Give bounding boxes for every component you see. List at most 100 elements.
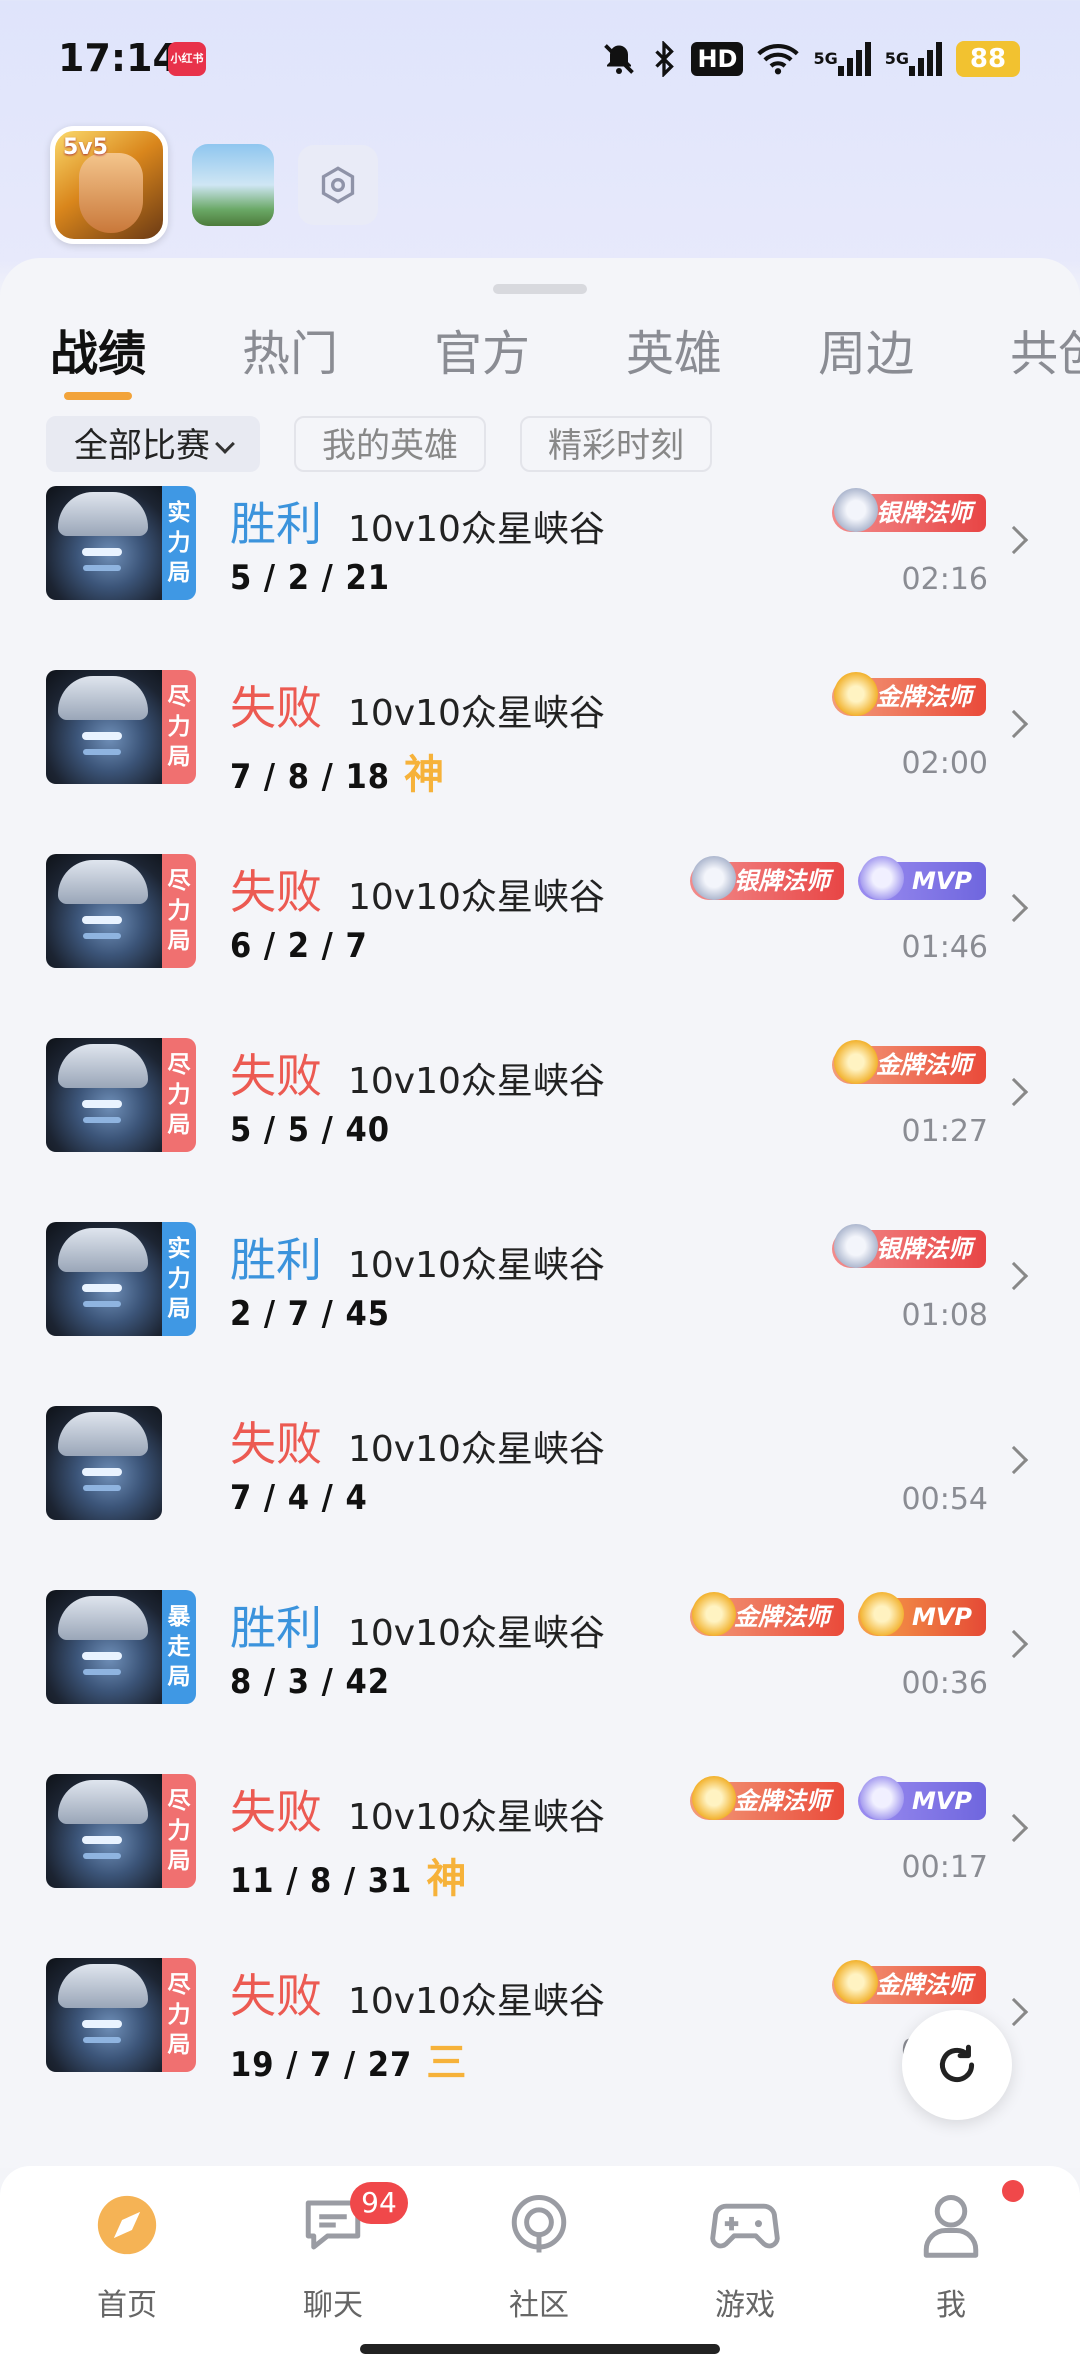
mode-char: 局 — [167, 1112, 191, 1138]
mode-char: 尽 — [167, 868, 191, 894]
hero-avatar: 实力局 — [46, 486, 196, 600]
match-map: 10v10众星峡谷 — [348, 877, 605, 918]
app-tag: 5v5 — [63, 135, 108, 160]
hero-avatar: 尽力局 — [46, 1774, 196, 1888]
net-label-2: 5G — [884, 49, 909, 68]
drag-handle[interactable] — [493, 284, 587, 294]
mvp-badge: MVP — [857, 856, 986, 900]
match-row[interactable]: 暴走局胜利 10v10众星峡谷 8 / 3 / 42 金牌法师 MVP 00:36 — [0, 1590, 1080, 1774]
kda-line: 6 / 2 / 7 — [230, 926, 368, 966]
status-bar: 17:14 小红书 HD 5G 5G 88 — [0, 0, 1080, 120]
match-result: 失败 — [230, 1049, 322, 1103]
landscape-game-app-icon[interactable] — [192, 144, 274, 226]
filter-all-matches[interactable]: 全部比赛 — [46, 416, 260, 472]
hd-label: HD — [691, 42, 744, 76]
match-map: 10v10众星峡谷 — [348, 693, 605, 734]
broadcast-icon — [504, 2190, 574, 2260]
match-row[interactable]: 实力局胜利 10v10众星峡谷 5 / 2 / 21 银牌法师 02:16 — [0, 486, 1080, 670]
tab-heroes[interactable]: 英雄 — [626, 314, 722, 394]
kda-line: 2 / 7 / 45 — [230, 1294, 390, 1334]
match-map: 10v10众星峡谷 — [348, 1061, 605, 1102]
achievement-badges: 银牌法师 — [832, 488, 986, 532]
kda-line: 8 / 3 / 42 — [230, 1662, 390, 1702]
refresh-button[interactable] — [902, 2010, 1012, 2120]
match-map: 10v10众星峡谷 — [348, 1429, 605, 1470]
match-result: 胜利 — [230, 1601, 322, 1655]
wifi-icon — [757, 39, 800, 79]
mode-char: 局 — [167, 1296, 191, 1322]
tab-hot[interactable]: 热门 — [242, 314, 338, 394]
hero-portrait — [46, 1590, 162, 1704]
match-mode-tag: 尽力局 — [162, 854, 196, 968]
match-row[interactable]: 尽力局失败 10v10众星峡谷 5 / 5 / 40 金牌法师 01:27 — [0, 1038, 1080, 1222]
chevron-right-icon — [999, 1445, 1029, 1475]
chevron-right-icon — [999, 1261, 1029, 1291]
tab-records[interactable]: 战绩 — [50, 314, 146, 400]
rank-badge: 金牌法师 — [689, 1592, 844, 1636]
match-time: 00:17 — [901, 1850, 988, 1885]
filter-highlights[interactable]: 精彩时刻 — [520, 416, 712, 472]
nav-chat[interactable]: 聊天 94 — [258, 2182, 408, 2324]
match-map: 10v10众星峡谷 — [348, 1613, 605, 1654]
filter-my-heroes[interactable]: 我的英雄 — [294, 416, 486, 472]
tab-merch[interactable]: 周边 — [818, 314, 914, 394]
tab-official[interactable]: 官方 — [434, 314, 530, 394]
game-switcher: 5v5 — [50, 120, 378, 250]
achievement-badges: 银牌法师 MVP — [689, 856, 986, 900]
rank-badge: 银牌法师 — [832, 1224, 986, 1268]
match-result: 失败 — [230, 1785, 322, 1839]
mode-char: 暴 — [167, 1604, 191, 1630]
filter-all-matches-label: 全部比赛 — [74, 426, 210, 466]
mode-char: 实 — [167, 1236, 191, 1262]
match-mode-tag: 尽力局 — [162, 1038, 196, 1152]
status-icons: HD 5G 5G 88 — [601, 34, 1020, 84]
hero-portrait — [46, 1774, 162, 1888]
hexagon-settings-icon[interactable] — [298, 145, 378, 225]
kda-value: 2 / 7 / 45 — [230, 1294, 391, 1334]
xiaohongshu-notification-icon: 小红书 — [168, 42, 206, 76]
honor-mark: 神 — [404, 752, 446, 798]
match-list: 实力局胜利 10v10众星峡谷 5 / 2 / 21 银牌法师 02:16 尽力局失败 10… — [0, 486, 1080, 2142]
hero-portrait — [46, 486, 162, 600]
match-result: 失败 — [230, 1969, 322, 2023]
hero-avatar — [46, 1406, 162, 1520]
honor-of-kings-app-icon[interactable]: 5v5 — [50, 126, 168, 244]
kda-line: 7 / 4 / 4 — [230, 1478, 368, 1518]
match-row[interactable]: 实力局胜利 10v10众星峡谷 2 / 7 / 45 银牌法师 01:08 — [0, 1222, 1080, 1406]
filter-chips: 全部比赛 我的英雄 精彩时刻 — [46, 416, 712, 472]
chevron-right-icon — [999, 525, 1029, 555]
match-result: 失败 — [230, 681, 322, 735]
nav-me-label: 我 — [936, 2288, 966, 2323]
match-row[interactable]: 尽力局失败 10v10众星峡谷 11 / 8 / 31 神金牌法师 MVP 00:17 — [0, 1774, 1080, 1958]
match-result: 胜利 — [230, 1233, 322, 1287]
honor-mark: 三 — [426, 2040, 468, 2086]
profile-icon — [916, 2190, 986, 2260]
match-row[interactable]: 尽力局失败 10v10众星峡谷 7 / 8 / 18 神金牌法师 02:00 — [0, 670, 1080, 854]
chevron-right-icon — [999, 1997, 1029, 2027]
hero-avatar: 尽力局 — [46, 1958, 196, 2072]
tab-cocreate[interactable]: 共创 — [1010, 314, 1080, 394]
hero-portrait — [46, 1222, 162, 1336]
nav-me[interactable]: 我 — [876, 2190, 1026, 2324]
home-indicator[interactable] — [360, 2344, 720, 2354]
mode-char: 力 — [167, 1266, 191, 1292]
mute-bell-icon — [601, 39, 637, 79]
match-row[interactable]: 失败 10v10众星峡谷 7 / 4 / 4 00:54 — [0, 1406, 1080, 1590]
match-mode-tag: 实力局 — [162, 1222, 196, 1336]
mode-char: 走 — [167, 1634, 191, 1660]
hero-portrait — [46, 1958, 162, 2072]
hd-icon: HD — [691, 39, 744, 79]
nav-games[interactable]: 游戏 — [670, 2190, 820, 2324]
kda-value: 19 / 7 / 27 — [230, 2045, 413, 2085]
match-time: 02:16 — [901, 562, 988, 597]
mode-char: 力 — [167, 530, 191, 556]
nav-community[interactable]: 社区 — [464, 2190, 614, 2324]
chevron-down-icon — [215, 434, 235, 454]
hero-avatar: 尽力局 — [46, 854, 196, 968]
match-map: 10v10众星峡谷 — [348, 509, 605, 550]
match-row[interactable]: 尽力局失败 10v10众星峡谷 6 / 2 / 7 银牌法师 MVP 01:46 — [0, 854, 1080, 1038]
achievement-badges: 金牌法师 MVP — [689, 1776, 986, 1820]
mode-char: 局 — [167, 2032, 191, 2058]
nav-home[interactable]: 首页 — [52, 2190, 202, 2324]
kda-value: 6 / 2 / 7 — [230, 926, 368, 966]
